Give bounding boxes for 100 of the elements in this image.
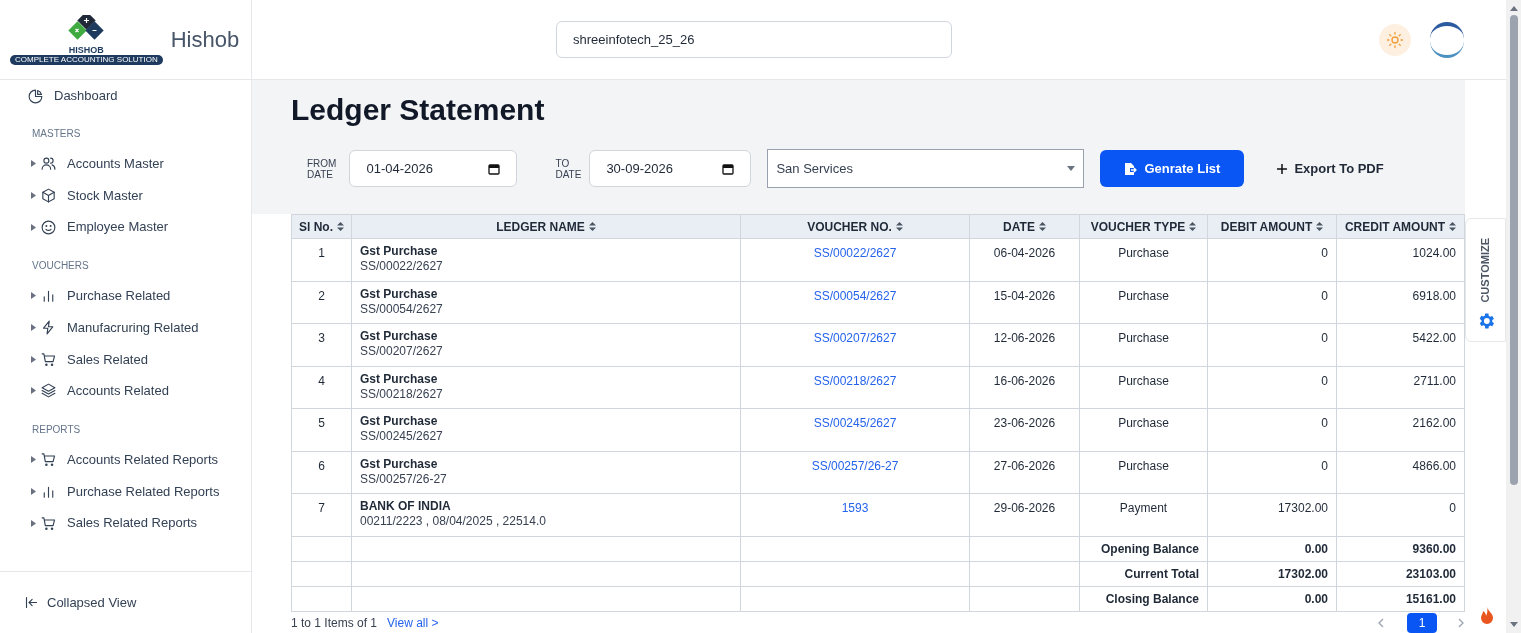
- sidebar-item[interactable]: Accounts Related: [0, 375, 251, 407]
- column-header[interactable]: Sl No.: [291, 214, 352, 239]
- sort-icon: [1449, 221, 1457, 231]
- sidebar-item[interactable]: Accounts Master: [0, 148, 251, 180]
- calendar-icon: [488, 162, 501, 175]
- scroll-down-icon[interactable]: [1509, 622, 1518, 627]
- table-cell: Purchase: [1079, 451, 1208, 494]
- sidebar-item[interactable]: Sales Related Reports: [0, 507, 251, 539]
- table-cell: 6918.00: [1336, 281, 1465, 324]
- previous-page-icon[interactable]: [1377, 617, 1385, 628]
- ledger-detail: SS/00245/2627: [360, 429, 444, 444]
- ledger-name: Gst Purchase: [360, 244, 439, 259]
- voucher-link[interactable]: SS/00257/26-27: [811, 458, 899, 473]
- table-cell: 7: [291, 493, 352, 536]
- table-cell: Purchase: [1079, 366, 1208, 409]
- table-cell: 0: [1207, 451, 1337, 494]
- sidebar-item[interactable]: Manufacruring Related: [0, 311, 251, 344]
- cube-icon: [40, 187, 57, 205]
- date-label: TO DATE: [555, 157, 582, 180]
- caret-icon: [31, 223, 36, 231]
- column-header[interactable]: DATE: [969, 214, 1080, 239]
- ledger-name: Gst Purchase: [360, 371, 439, 387]
- next-page-icon[interactable]: [1457, 617, 1465, 628]
- table-cell: 0: [1336, 493, 1465, 536]
- table-cell: 27-06-2026: [969, 451, 1080, 494]
- caret-icon: [31, 192, 36, 200]
- flame-icon[interactable]: [1479, 607, 1495, 625]
- sidebar-item[interactable]: Purchase Related: [0, 280, 251, 312]
- sidebar-item[interactable]: Stock Master: [0, 179, 251, 212]
- app-name: Hishob: [170, 26, 240, 54]
- cart-icon: [40, 350, 57, 368]
- customize-tab[interactable]: CUSTOMIZE: [1465, 218, 1506, 342]
- table-cell: 0.00: [1207, 536, 1337, 561]
- table-cell: 6: [291, 451, 352, 494]
- export-file-icon: [1124, 161, 1139, 176]
- table-cell: 5: [291, 408, 352, 451]
- table-cell: 29-06-2026: [969, 493, 1080, 536]
- dropdown-caret-icon: [1067, 166, 1076, 171]
- scroll-up-icon[interactable]: [1509, 6, 1518, 11]
- avatar[interactable]: [1430, 22, 1464, 58]
- sidebar-item[interactable]: Employee Master: [0, 211, 251, 244]
- plus-icon: [1276, 162, 1289, 175]
- sort-icon: [588, 221, 596, 231]
- scrollbar-thumb[interactable]: [1509, 15, 1518, 485]
- summary-label: Current Total: [1079, 561, 1208, 586]
- voucher-link[interactable]: SS/00054/2627: [813, 288, 897, 303]
- table-cell: 0: [1207, 323, 1337, 366]
- ledger-name: Gst Purchase: [360, 414, 439, 429]
- collapse-view-link[interactable]: Collapsed View: [24, 592, 137, 613]
- from-date-field[interactable]: 01-04-2026: [349, 150, 518, 187]
- sidebar-item[interactable]: Dashboard: [0, 81, 251, 111]
- cart-icon: [40, 514, 57, 532]
- caret-icon: [31, 292, 36, 300]
- sidebar-item[interactable]: Accounts Related Reports: [0, 443, 251, 476]
- table-cell: 0: [1207, 238, 1337, 281]
- table-cell: 15161.00: [1336, 586, 1465, 611]
- table-cell: 17302.00: [1207, 561, 1337, 586]
- caret-icon: [31, 456, 36, 464]
- column-header[interactable]: VOUCHER TYPE: [1079, 214, 1208, 239]
- column-header[interactable]: DEBIT AMOUNT: [1207, 214, 1337, 239]
- page-button[interactable]: 1: [1407, 612, 1437, 633]
- ledger-detail: 00211/2223 , 08/04/2025 , 22514.0: [360, 514, 547, 529]
- theme-toggle-button[interactable]: [1379, 24, 1411, 56]
- section-heading: MASTERS: [31, 127, 82, 141]
- table-cell: Purchase: [1079, 281, 1208, 324]
- sort-icon: [1316, 221, 1324, 231]
- ledger-name: Gst Purchase: [360, 329, 439, 344]
- ledger-detail: SS/00218/2627: [360, 386, 444, 402]
- sidebar-item[interactable]: Purchase Related Reports: [0, 475, 251, 508]
- column-header[interactable]: VOUCHER NO.: [740, 214, 970, 239]
- voucher-link[interactable]: SS/00218/2627: [813, 373, 897, 388]
- export-pdf-button[interactable]: Export To PDF: [1276, 150, 1384, 187]
- voucher-link[interactable]: SS/00022/2627: [813, 246, 897, 260]
- voucher-link[interactable]: SS/00207/2627: [813, 331, 897, 345]
- scrollbar[interactable]: [1506, 0, 1521, 633]
- voucher-link[interactable]: 1593: [841, 501, 869, 515]
- section-heading: VOUCHERS: [31, 259, 90, 274]
- to-date-field[interactable]: 30-09-2026: [589, 150, 752, 187]
- table-cell: 0.00: [1207, 586, 1337, 611]
- caret-icon: [31, 487, 36, 495]
- column-header[interactable]: CREDIT AMOUNT: [1336, 214, 1465, 239]
- view-all-link[interactable]: View all >: [387, 613, 439, 632]
- voucher-link[interactable]: SS/00245/2627: [813, 416, 897, 430]
- caret-icon: [31, 160, 36, 168]
- table-cell: 4866.00: [1336, 451, 1465, 494]
- table-cell: 15-04-2026: [969, 281, 1080, 324]
- table-cell: 9360.00: [1336, 536, 1465, 561]
- sidebar-item[interactable]: Sales Related: [0, 343, 251, 376]
- ledger-select[interactable]: San Services: [767, 149, 1085, 188]
- layers-icon: [40, 382, 57, 400]
- summary-label: Closing Balance: [1079, 586, 1208, 611]
- column-header[interactable]: LEDGER NAME: [351, 214, 741, 239]
- pie-chart-icon: [27, 87, 44, 105]
- table-cell: Purchase: [1079, 238, 1208, 281]
- logo-text: HISHOB: [68, 44, 104, 55]
- ledger-detail: SS/00207/2627: [360, 344, 444, 359]
- generate-list-button[interactable]: Genrate List: [1100, 150, 1245, 187]
- company-field[interactable]: shreeinfotech_25_26: [556, 21, 952, 58]
- table-cell: 0: [1207, 366, 1337, 409]
- table-cell: 3: [291, 323, 352, 366]
